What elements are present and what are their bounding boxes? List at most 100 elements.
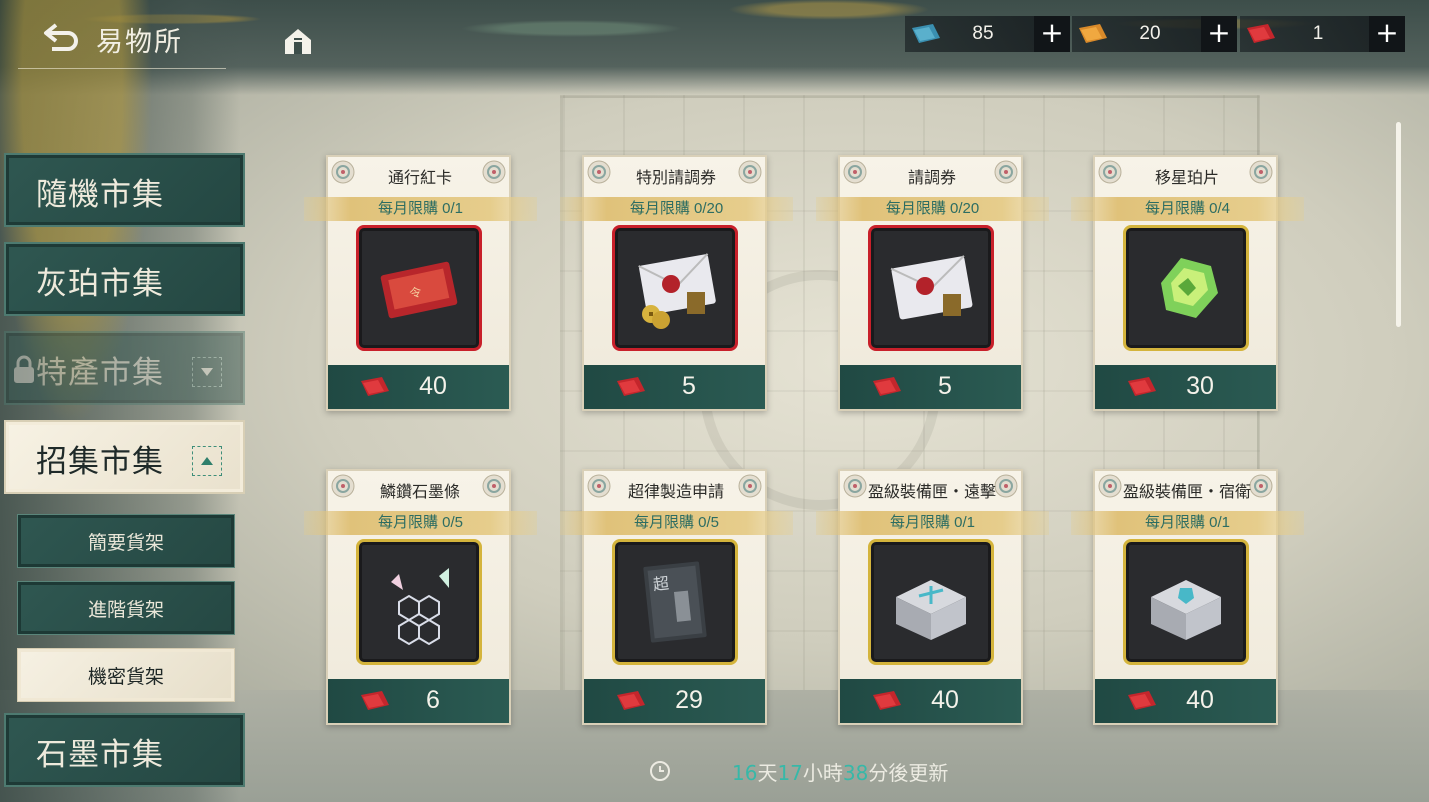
back-button[interactable]	[40, 18, 84, 58]
clock-icon	[650, 761, 670, 781]
item-image-frame	[356, 539, 482, 665]
item-image-frame	[868, 539, 994, 665]
item-name: 超律製造申請	[627, 482, 724, 501]
refresh-days: 16	[732, 760, 758, 785]
item-name: 請調券	[907, 168, 956, 187]
purchase-limit: 每月限購 0/4	[1071, 197, 1304, 221]
price-bar: 40	[1095, 679, 1276, 723]
item-price: 29	[675, 686, 703, 714]
purchase-limit: 每月限購 0/1	[1071, 511, 1304, 535]
graphite-icon	[391, 568, 449, 646]
item-name: 鱗鑽石墨條	[379, 482, 460, 501]
purchase-limit: 每月限購 0/1	[816, 511, 1049, 535]
price-bar: 5	[840, 365, 1021, 409]
equip-box-ranged-icon	[896, 580, 966, 640]
sidebar-item-amber-market[interactable]: 灰珀市集	[4, 242, 245, 316]
refresh-minutes-unit: 分後更新	[868, 760, 949, 785]
sidebar-subitem-label: 進階貨架	[87, 599, 164, 621]
refresh-hours-unit: 小時	[802, 760, 843, 785]
red-ticket-icon	[358, 689, 392, 713]
red-ticket-icon	[614, 689, 648, 713]
add-currency-button[interactable]: +	[1201, 16, 1237, 52]
item-name: 盈級裝備匣・遠擊	[867, 482, 996, 501]
sidebar-item-graphite-market[interactable]: 石墨市集	[4, 713, 245, 787]
currency-blue: 85 +	[905, 16, 1070, 52]
collapse-toggle[interactable]	[192, 446, 222, 476]
purchase-limit: 每月限購 0/20	[816, 197, 1049, 221]
svg-text:超: 超	[652, 574, 670, 595]
shop-item-card[interactable]: 移星珀片每月限購 0/4 30	[1071, 155, 1304, 411]
add-currency-button[interactable]: +	[1369, 16, 1405, 52]
sidebar-item-label: 招集市集	[36, 444, 164, 480]
sidebar-subitem-label: 機密貨架	[87, 666, 164, 688]
item-name: 移星珀片	[1154, 168, 1219, 187]
shop-item-card[interactable]: 盈級裝備匣・宿衛每月限購 0/1 40	[1071, 469, 1304, 725]
refresh-hours: 17	[777, 760, 803, 785]
item-price: 30	[1186, 372, 1214, 400]
sidebar-subitem-advanced-shelf[interactable]: 進階貨架	[17, 581, 235, 635]
sidebar-subitem-classified-shelf[interactable]: 機密貨架	[17, 648, 235, 702]
item-image-frame	[1123, 225, 1249, 351]
item-price: 5	[682, 372, 696, 400]
shop-item-card[interactable]: 特別請調券每月限購 0/20 5	[560, 155, 793, 411]
refresh-days-unit: 天	[757, 760, 778, 785]
envelope-icon	[890, 255, 973, 320]
title-divider	[18, 68, 226, 69]
purchase-limit: 每月限購 0/1	[304, 197, 537, 221]
item-price: 40	[419, 372, 447, 400]
refresh-timer: 16天17小時38分後更新	[648, 757, 948, 785]
item-price: 6	[426, 686, 440, 714]
purchase-limit: 每月限購 0/5	[304, 511, 537, 535]
price-bar: 40	[840, 679, 1021, 723]
shop-item-card[interactable]: 請調券每月限購 0/20 5	[816, 155, 1049, 411]
sidebar-subitem-basic-shelf[interactable]: 簡要貨架	[17, 514, 235, 568]
refresh-timer-text: 16天17小時38分後更新	[732, 757, 948, 786]
sidebar-item-specialty-market[interactable]: 特產市集	[4, 331, 245, 405]
orange-ticket-icon	[1079, 24, 1107, 43]
expand-toggle[interactable]	[192, 357, 222, 387]
add-currency-button[interactable]: +	[1034, 16, 1070, 52]
red-ticket-icon	[870, 375, 904, 399]
red-ticket-icon	[1125, 689, 1159, 713]
price-bar: 30	[1095, 365, 1276, 409]
red-ticket-icon	[614, 375, 648, 399]
currency-value: 20	[1139, 23, 1161, 44]
item-name: 通行紅卡	[387, 168, 452, 187]
red-card-icon: 令	[380, 261, 458, 319]
page-title: 易物所	[96, 27, 183, 58]
price-bar: 6	[328, 679, 509, 723]
price-bar: 40	[328, 365, 509, 409]
sidebar-item-random-market[interactable]: 隨機市集	[4, 153, 245, 227]
currency-orange: 20 +	[1072, 16, 1237, 52]
sidebar-item-label: 灰珀市集	[36, 266, 164, 302]
purchase-limit: 每月限購 0/20	[560, 197, 793, 221]
amber-shard-icon	[1161, 258, 1218, 318]
sidebar-item-label: 特產市集	[36, 355, 164, 391]
red-ticket-icon	[1247, 24, 1275, 43]
price-bar: 29	[584, 679, 765, 723]
blue-ticket-icon	[912, 24, 940, 43]
sidebar-item-recruit-market[interactable]: 招集市集	[4, 420, 245, 494]
item-name: 特別請調券	[635, 168, 716, 187]
item-image-frame	[868, 225, 994, 351]
red-ticket-icon	[1125, 375, 1159, 399]
shop-item-card[interactable]: 通行紅卡每月限購 0/1 令 40	[304, 155, 537, 411]
item-image-frame: 超	[612, 539, 738, 665]
shop-item-card[interactable]: 鱗鑽石墨條每月限購 0/5 6	[304, 469, 537, 725]
red-ticket-icon	[870, 689, 904, 713]
item-image-frame: 令	[356, 225, 482, 351]
shop-item-card[interactable]: 超律製造申請每月限購 0/5 超 29	[560, 469, 793, 725]
shop-item-card[interactable]: 盈級裝備匣・遠擊每月限購 0/1 40	[816, 469, 1049, 725]
currency-red: 1 +	[1240, 16, 1405, 52]
back-arrow-icon	[44, 23, 78, 51]
scrollbar-thumb[interactable]	[1396, 122, 1401, 327]
item-image-frame	[612, 225, 738, 351]
currency-value: 85	[972, 23, 994, 44]
sidebar-item-label: 石墨市集	[36, 737, 164, 773]
purchase-limit: 每月限購 0/5	[560, 511, 793, 535]
sidebar-subitem-label: 簡要貨架	[87, 532, 164, 554]
item-price: 5	[938, 372, 952, 400]
refresh-minutes: 38	[842, 760, 869, 785]
home-button[interactable]	[282, 26, 314, 56]
item-name: 盈級裝備匣・宿衛	[1122, 482, 1251, 501]
